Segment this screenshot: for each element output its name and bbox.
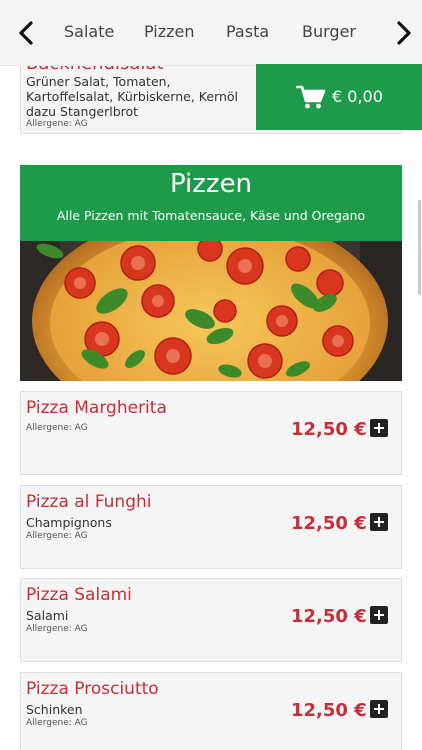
product-card-prosciutto[interactable]: Pizza Prosciutto Schinken Allergene: AG … bbox=[20, 672, 402, 750]
product-name: Pizza Prosciutto bbox=[26, 679, 159, 699]
plus-icon[interactable] bbox=[370, 700, 388, 718]
product-allergens: Allergene: AG bbox=[26, 119, 88, 129]
category-nav: Salate Pizzen Pasta Burger bbox=[0, 0, 422, 66]
section-header: Pizzen Alle Pizzen mit Tomatensauce, Käs… bbox=[20, 165, 402, 241]
product-card-salami[interactable]: Pizza Salami Salami Allergene: AG 12,50 … bbox=[20, 578, 402, 662]
chevron-right-icon[interactable] bbox=[388, 18, 418, 48]
product-price: 12,50 € bbox=[291, 419, 367, 440]
plus-icon[interactable] bbox=[370, 513, 388, 531]
product-card-funghi[interactable]: Pizza al Funghi Champignons Allergene: A… bbox=[20, 485, 402, 569]
product-description: Salami bbox=[26, 608, 69, 623]
chevron-left-icon[interactable] bbox=[12, 18, 42, 48]
product-description: Schinken bbox=[26, 702, 83, 717]
cart-icon bbox=[295, 84, 326, 110]
nav-tab-salate[interactable]: Salate bbox=[64, 22, 114, 41]
product-price: 12,50 € bbox=[291, 606, 367, 627]
product-card-margherita[interactable]: Pizza Margherita Allergene: AG 12,50 € bbox=[20, 391, 402, 475]
section-title: Pizzen bbox=[169, 169, 253, 199]
product-allergens: Allergene: AG bbox=[26, 624, 88, 634]
pizza-hero-image bbox=[20, 241, 402, 381]
product-allergens: Allergene: AG bbox=[26, 718, 88, 728]
product-allergens: Allergene: AG bbox=[26, 423, 88, 433]
product-name: Pizza Salami bbox=[26, 585, 132, 605]
product-description: Grüner Salat, Tomaten, Kartoffelsalat, K… bbox=[26, 74, 238, 119]
product-price: 12,50 € bbox=[291, 513, 367, 534]
plus-icon[interactable] bbox=[370, 606, 388, 624]
scrollbar[interactable] bbox=[418, 200, 421, 295]
nav-tab-burger[interactable]: Burger bbox=[302, 22, 356, 41]
cart-total: € 0,00 bbox=[332, 87, 383, 106]
product-name: Pizza Margherita bbox=[26, 398, 167, 418]
product-price: 12,50 € bbox=[291, 700, 367, 721]
nav-tab-pasta[interactable]: Pasta bbox=[226, 22, 269, 41]
product-description: Champignons bbox=[26, 515, 112, 530]
cart-button[interactable]: € 0,00 bbox=[256, 64, 422, 130]
plus-icon[interactable] bbox=[370, 419, 388, 437]
product-name: Pizza al Funghi bbox=[26, 492, 152, 512]
product-allergens: Allergene: AG bbox=[26, 531, 88, 541]
nav-tab-pizzen[interactable]: Pizzen bbox=[144, 22, 195, 41]
section-subtitle: Alle Pizzen mit Tomatensauce, Käse und O… bbox=[56, 208, 366, 223]
app-screen: Backhendlsalat Grüner Salat, Tomaten, Ka… bbox=[0, 0, 422, 750]
